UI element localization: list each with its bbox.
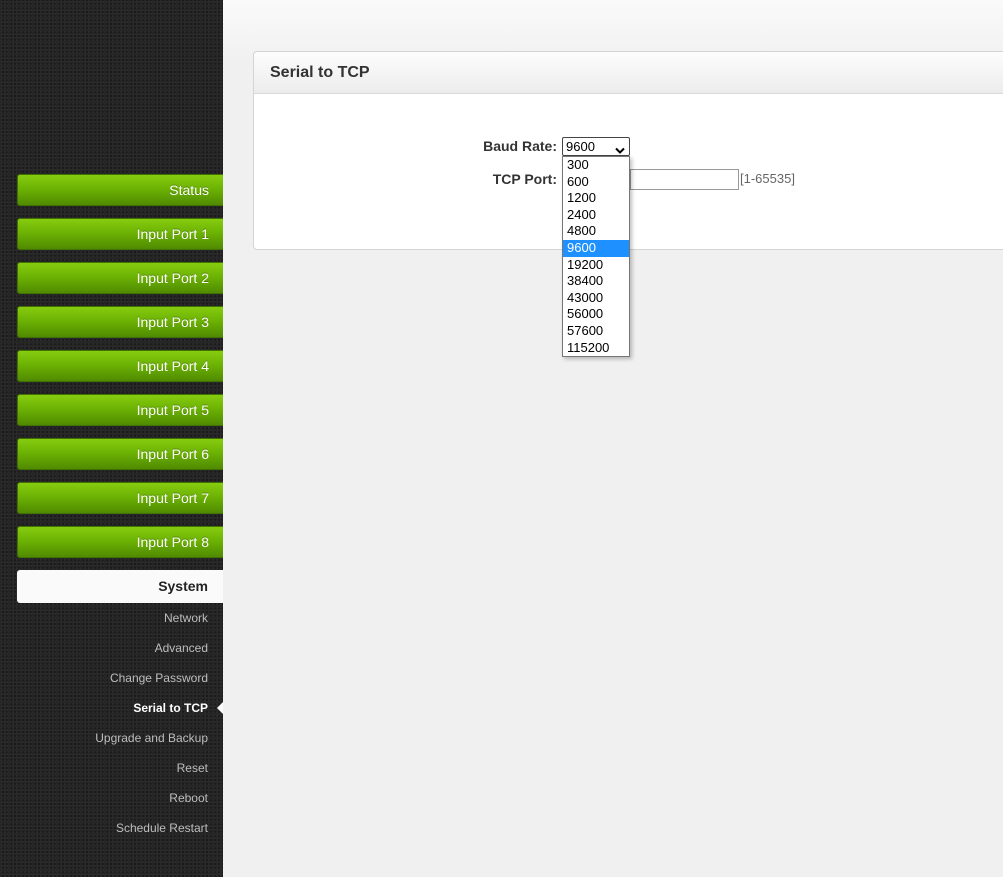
baud-option[interactable]: 300 xyxy=(563,157,629,174)
baud-option[interactable]: 56000 xyxy=(563,306,629,323)
sub-advanced-link[interactable]: Advanced xyxy=(8,639,208,657)
nav-system-active[interactable]: System xyxy=(17,570,223,603)
sub-schedule-restart-link[interactable]: Schedule Restart xyxy=(8,819,208,837)
sidebar: Status Input Port 1 Input Port 2 Input P… xyxy=(0,0,223,877)
tcp-port-label: TCP Port: xyxy=(492,171,557,187)
baud-option[interactable]: 600 xyxy=(563,174,629,191)
baud-rate-value: 9600 xyxy=(566,139,595,154)
baud-option[interactable]: 19200 xyxy=(563,257,629,274)
sub-network-link[interactable]: Network xyxy=(8,609,208,627)
sub-reboot-link[interactable]: Reboot xyxy=(8,789,208,807)
baud-option[interactable]: 4800 xyxy=(563,223,629,240)
caret-left-icon xyxy=(217,702,223,714)
nav-input-port-4-button[interactable]: Input Port 4 xyxy=(17,350,223,382)
baud-option[interactable]: 115200 xyxy=(563,340,629,357)
nav-input-port-3-button[interactable]: Input Port 3 xyxy=(17,306,223,338)
baud-option[interactable]: 1200 xyxy=(563,190,629,207)
baud-option[interactable]: 2400 xyxy=(563,207,629,224)
nav-input-port-8-button[interactable]: Input Port 8 xyxy=(17,526,223,558)
nav-input-port-7-button[interactable]: Input Port 7 xyxy=(17,482,223,514)
nav-status-button[interactable]: Status xyxy=(17,174,223,206)
tcp-port-hint: [1-65535] xyxy=(740,171,795,186)
baud-option[interactable]: 43000 xyxy=(563,290,629,307)
baud-option[interactable]: 38400 xyxy=(563,273,629,290)
sub-reset-link[interactable]: Reset xyxy=(8,759,208,777)
sub-serial-to-tcp-link[interactable]: Serial to TCP xyxy=(8,699,208,717)
panel-title: Serial to TCP xyxy=(254,52,1003,94)
baud-rate-select[interactable]: 9600 xyxy=(562,137,630,156)
baud-rate-dropdown-list: 300 600 1200 2400 4800 9600 19200 38400 … xyxy=(562,156,630,358)
tcp-port-input[interactable] xyxy=(630,169,739,190)
nav-input-port-5-button[interactable]: Input Port 5 xyxy=(17,394,223,426)
nav-input-port-6-button[interactable]: Input Port 6 xyxy=(17,438,223,470)
baud-rate-label: Baud Rate: xyxy=(483,138,557,154)
baud-option[interactable]: 57600 xyxy=(563,323,629,340)
baud-option-selected[interactable]: 9600 xyxy=(563,239,629,257)
sub-change-password-link[interactable]: Change Password xyxy=(8,669,208,687)
nav-input-port-2-button[interactable]: Input Port 2 xyxy=(17,262,223,294)
nav-input-port-1-button[interactable]: Input Port 1 xyxy=(17,218,223,250)
sub-upgrade-backup-link[interactable]: Upgrade and Backup xyxy=(8,729,208,747)
